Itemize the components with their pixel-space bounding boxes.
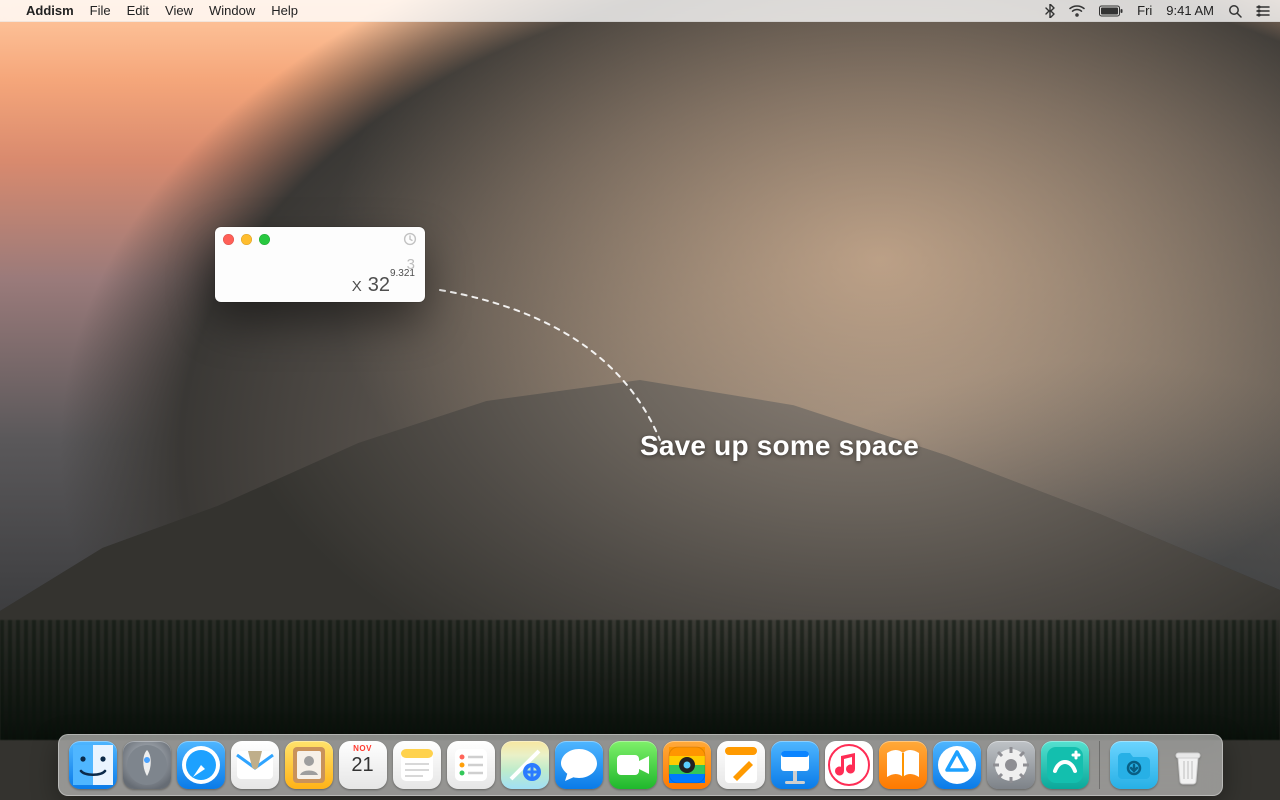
menubar-app-name[interactable]: Addism xyxy=(26,3,74,18)
dock-mail-icon[interactable] xyxy=(231,741,279,789)
dock-photobooth-icon[interactable] xyxy=(663,741,711,789)
dock-launchpad-icon[interactable] xyxy=(123,741,171,789)
dock-appstore-icon[interactable] xyxy=(933,741,981,789)
calc-operator: X xyxy=(352,279,362,296)
dock-separator xyxy=(1099,741,1100,789)
calendar-month: NOV xyxy=(339,744,387,753)
wallpaper-treeline xyxy=(0,620,1280,740)
calendar-day: 21 xyxy=(351,754,373,777)
notification-center-icon[interactable] xyxy=(1256,5,1270,17)
menubar-item-file[interactable]: File xyxy=(90,3,111,18)
dock-addism-dock-icon[interactable] xyxy=(1041,741,1089,789)
calc-prev-value: 3 xyxy=(225,257,415,272)
dock-trash-icon[interactable] xyxy=(1164,741,1212,789)
history-icon[interactable] xyxy=(403,232,417,251)
menubar: Addism File Edit View Window Help Fri 9:… xyxy=(0,0,1280,22)
dock-finder-icon[interactable] xyxy=(69,741,117,789)
dock-notes-icon[interactable] xyxy=(393,741,441,789)
dock-contacts-icon[interactable] xyxy=(285,741,333,789)
dock-ibooks-icon[interactable] xyxy=(879,741,927,789)
spotlight-icon[interactable] xyxy=(1228,4,1242,18)
menubar-time[interactable]: 9:41 AM xyxy=(1166,3,1214,18)
promo-caption: Save up some space xyxy=(640,430,919,462)
dock-facetime-icon[interactable] xyxy=(609,741,657,789)
dock-messages-icon[interactable] xyxy=(555,741,603,789)
bluetooth-icon[interactable] xyxy=(1045,4,1055,18)
calc-exponent: 9.321 xyxy=(390,268,415,279)
calc-display: 3 X 329.321 xyxy=(225,257,415,296)
battery-icon[interactable] xyxy=(1099,5,1123,17)
dock-safari-icon[interactable] xyxy=(177,741,225,789)
window-close-button[interactable] xyxy=(223,234,234,245)
menubar-item-help[interactable]: Help xyxy=(271,3,298,18)
calc-base: 32 xyxy=(368,274,390,296)
dock-pages-icon[interactable] xyxy=(717,741,765,789)
menubar-item-window[interactable]: Window xyxy=(209,3,255,18)
menubar-day[interactable]: Fri xyxy=(1137,3,1152,18)
menubar-item-view[interactable]: View xyxy=(165,3,193,18)
dock-keynote-icon[interactable] xyxy=(771,741,819,789)
dock: NOV21 xyxy=(58,734,1223,796)
wifi-icon[interactable] xyxy=(1069,5,1085,17)
window-zoom-button[interactable] xyxy=(259,234,270,245)
dock-maps-icon[interactable] xyxy=(501,741,549,789)
dock-sysprefs-icon[interactable] xyxy=(987,741,1035,789)
window-minimize-button[interactable] xyxy=(241,234,252,245)
window-traffic-lights xyxy=(223,234,270,245)
calc-current-value: 329.321 xyxy=(368,274,415,296)
addism-window[interactable]: 3 X 329.321 xyxy=(215,227,425,302)
dock-calendar-icon[interactable]: NOV21 xyxy=(339,741,387,789)
dock-reminders-icon[interactable] xyxy=(447,741,495,789)
dock-itunes-icon[interactable] xyxy=(825,741,873,789)
dock-downloads-icon[interactable] xyxy=(1110,741,1158,789)
menubar-item-edit[interactable]: Edit xyxy=(127,3,149,18)
